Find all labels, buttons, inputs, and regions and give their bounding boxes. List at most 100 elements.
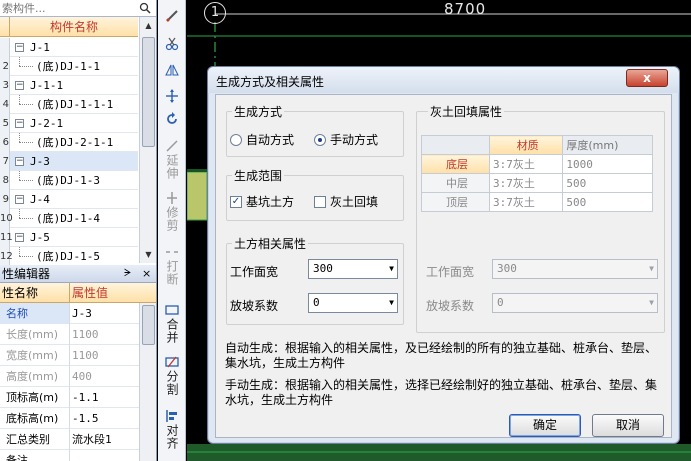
property-scroll-thumb[interactable]	[142, 305, 155, 345]
pit-check-indicator[interactable]: ✓	[230, 195, 242, 208]
cancel-button[interactable]: 取消	[592, 414, 664, 437]
tree-row[interactable]: 2 (底)DJ-1-1	[0, 57, 138, 76]
mirror-tool[interactable]	[161, 62, 183, 78]
auto-radio-indicator[interactable]	[230, 133, 242, 146]
fill-width-value: 300	[497, 262, 517, 275]
property-value[interactable]: 1100	[70, 324, 140, 345]
manual-description: 手动生成：根据输入的相关属性，选择已经绘制好的独立基础、桩承台、垫层、集水坑，生…	[225, 378, 658, 407]
split-icon	[164, 354, 180, 370]
ok-button[interactable]: 确定	[509, 414, 581, 437]
property-row[interactable]: 顶标高(m) -1.1	[0, 387, 156, 408]
break-tool[interactable]: 打断	[161, 244, 183, 286]
align-tool[interactable]: 对齐	[161, 408, 183, 450]
property-name: 长度(mm)	[0, 324, 70, 345]
search-row	[0, 0, 156, 17]
tree-row[interactable]: 4 (底)DJ-1-1-1	[0, 95, 138, 114]
tree-row[interactable]: 9− J-4	[0, 190, 138, 209]
manual-radio-indicator[interactable]	[314, 133, 326, 146]
component-tree-panel: 构件名称 −J-12(底)DJ-1-13−J-1-14(底)DJ-1-1-15−…	[0, 0, 157, 265]
dialog-close-button[interactable]: x	[626, 69, 668, 87]
rotate-tool[interactable]	[161, 111, 183, 127]
property-row[interactable]: 长度(mm) 1100	[0, 324, 156, 345]
fill-layer-row[interactable]: 中层 3:7灰土 500	[421, 173, 653, 193]
scroll-thumb[interactable]	[142, 37, 155, 147]
fill-slope-combo[interactable]: 0 ▼	[492, 293, 658, 313]
tree-row[interactable]: 10 (底)DJ-1-4	[0, 209, 138, 228]
collapse-icon[interactable]: −	[15, 195, 24, 204]
property-value[interactable]: 400	[70, 366, 140, 387]
tree-scrollbar[interactable]: ▲ ▼	[139, 17, 156, 263]
split-tool[interactable]: 分割	[161, 354, 183, 396]
backfill-checkbox[interactable]: 灰土回填	[314, 193, 378, 210]
property-row[interactable]: 汇总类别 流水段1	[0, 429, 156, 450]
rotate-icon	[164, 111, 180, 127]
earth-width-combo[interactable]: 300 ▼	[308, 259, 398, 279]
collapse-icon[interactable]: −	[15, 43, 24, 52]
earth-props-label: 土方相关属性	[232, 235, 309, 252]
trim-tool[interactable]: 修剪	[161, 190, 183, 232]
scroll-down-icon[interactable]: ▼	[140, 246, 156, 263]
property-value[interactable]: -1.5	[70, 408, 140, 429]
close-icon[interactable]: ×	[142, 265, 151, 283]
auto-method-radio[interactable]: 自动方式	[230, 131, 294, 148]
row-number: 4	[0, 95, 10, 114]
property-scrollbar[interactable]	[139, 303, 156, 461]
property-value[interactable]: J-3	[70, 303, 140, 324]
fill-layer-thickness[interactable]: 500	[562, 192, 653, 212]
fill-layer-thickness[interactable]: 1000	[562, 154, 653, 174]
tree-row[interactable]: − J-1	[0, 38, 138, 57]
trim-icon	[164, 190, 180, 206]
fill-slope-value: 0	[497, 296, 504, 309]
property-editor-panel: 性编辑器 ᗒ × 性名称 属性值 名称 J-3 长度(mm) 1100 宽度(mm) 11…	[0, 265, 157, 461]
collapse-icon[interactable]: −	[15, 157, 24, 166]
tree-row[interactable]: 6 (底)DJ-2-1-1	[0, 133, 138, 152]
tree-row[interactable]: 5− J-2-1	[0, 114, 138, 133]
tree-header: 构件名称	[0, 17, 138, 37]
pit-earthwork-checkbox[interactable]: ✓ 基坑土方	[230, 193, 294, 210]
earth-slope-combo[interactable]: 0 ▼	[308, 293, 398, 313]
split-label: 分割	[165, 370, 179, 396]
backfill-check-indicator[interactable]	[314, 195, 326, 208]
merge-tool[interactable]: 合并	[161, 302, 183, 344]
fill-layer-thickness[interactable]: 500	[562, 173, 653, 193]
property-value[interactable]: 1100	[70, 345, 140, 366]
property-value[interactable]	[70, 450, 140, 461]
property-name-header: 性名称	[0, 283, 70, 303]
fill-layer-material[interactable]: 3:7灰土	[488, 192, 564, 212]
property-row[interactable]: 底标高(m) -1.5	[0, 408, 156, 429]
dialog-titlebar[interactable]: 生成方式及相关属性 x	[208, 67, 679, 93]
fill-layers-table[interactable]: 材质 厚度(mm) 底层 3:7灰土 1000 中层 3:7灰土 500 顶层 3:7灰土 50…	[421, 135, 653, 212]
tree-row[interactable]: 12 (底)DJ-1-5	[0, 247, 138, 265]
fill-layer-row[interactable]: 底层 3:7灰土 1000	[421, 154, 653, 174]
component-search-input[interactable]	[0, 0, 132, 16]
fill-layer-material[interactable]: 3:7灰土	[488, 173, 564, 193]
pen-tool[interactable]	[161, 8, 183, 24]
tree-row[interactable]: 3− J-1-1	[0, 76, 138, 95]
property-value[interactable]: -1.1	[70, 387, 140, 408]
property-value[interactable]: 流水段1	[70, 429, 140, 450]
property-row[interactable]: 名称 J-3	[0, 303, 156, 324]
collapse-icon[interactable]: −	[15, 119, 24, 128]
extend-tool[interactable]: 延伸	[161, 138, 183, 180]
move-tool[interactable]	[161, 88, 183, 104]
fill-width-combo[interactable]: 300 ▼	[492, 259, 658, 279]
fill-layer-row[interactable]: 顶层 3:7灰土 500	[421, 192, 653, 212]
tree-row[interactable]: 11− J-5	[0, 228, 138, 247]
scroll-up-icon[interactable]: ▲	[140, 17, 156, 34]
pen-icon	[164, 8, 180, 24]
tree-rows: − J-1 2 (底)DJ-1-1 3− J-1-1 4 (底)DJ-1-1-1 5− J-2-1…	[0, 38, 138, 265]
tree-row[interactable]: 8 (底)DJ-1-3	[0, 171, 138, 190]
pit-earthwork-label: 基坑土方	[246, 195, 295, 209]
collapse-icon[interactable]: −	[15, 233, 24, 242]
fill-layer-material[interactable]: 3:7灰土	[488, 154, 564, 174]
scissors-tool[interactable]	[161, 36, 183, 52]
collapse-icon[interactable]: −	[15, 81, 24, 90]
property-row[interactable]: 宽度(mm) 1100	[0, 345, 156, 366]
manual-method-radio[interactable]: 手动方式	[314, 131, 378, 148]
property-row[interactable]: 高度(mm) 400	[0, 366, 156, 387]
property-row[interactable]: 备注	[0, 450, 156, 461]
auto-method-label: 自动方式	[246, 133, 295, 147]
search-icon[interactable]	[134, 0, 156, 16]
tree-row[interactable]: 7− J-3	[0, 152, 138, 171]
pin-icon[interactable]: ᗒ	[124, 265, 131, 283]
